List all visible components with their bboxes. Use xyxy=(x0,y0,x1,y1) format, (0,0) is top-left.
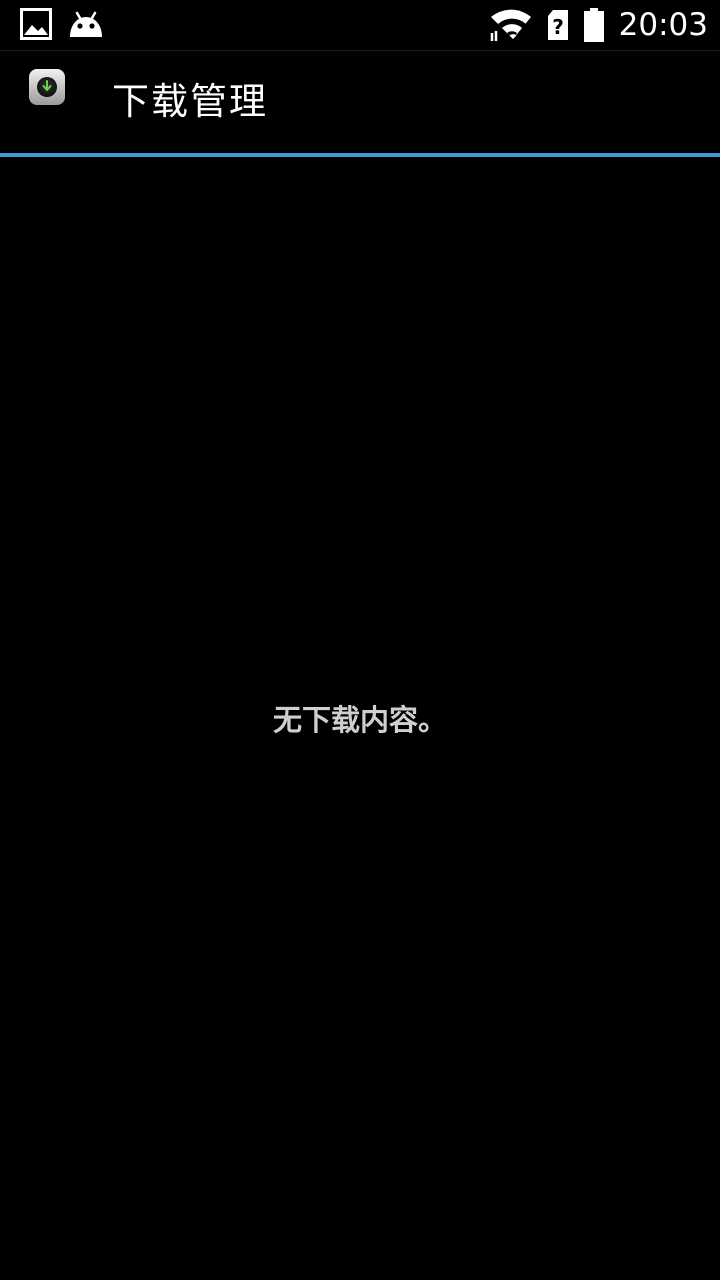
notification-icons xyxy=(20,8,104,40)
page-title: 下载管理 xyxy=(112,80,268,123)
action-bar: 下载管理 xyxy=(0,50,720,154)
wifi-icon xyxy=(489,9,533,41)
status-time: 20:03 xyxy=(618,7,708,43)
image-notification-icon xyxy=(20,8,52,40)
downloads-list-area: 无下载内容。 xyxy=(0,157,720,1280)
empty-state-message: 无下载内容。 xyxy=(272,703,447,737)
status-bar: ? 20:03 xyxy=(0,0,720,50)
system-icons: ? 20:03 xyxy=(489,8,708,42)
battery-icon xyxy=(583,8,605,42)
android-notification-icon xyxy=(68,10,104,38)
download-manager-screen: ? 20:03 下载管理 无下载内容。 xyxy=(0,0,720,1280)
svg-text:?: ? xyxy=(552,15,564,39)
download-manager-icon[interactable] xyxy=(28,68,66,106)
sim-unknown-icon: ? xyxy=(547,9,569,41)
